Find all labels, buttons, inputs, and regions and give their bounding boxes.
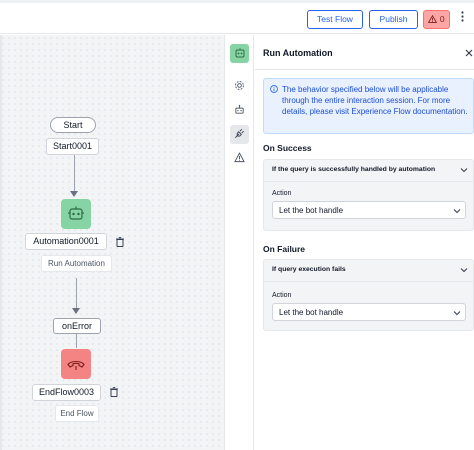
on-success-action-label: Action (272, 190, 292, 197)
properties-panel: Run Automation The behavior specified be… (255, 35, 474, 450)
info-banner: The behavior specified below will be app… (263, 78, 474, 134)
publish-button[interactable]: Publish (369, 10, 418, 29)
warnings-button[interactable]: 0 (423, 10, 450, 29)
automation-node-type: Run Automation (41, 255, 112, 272)
more-options-icon[interactable] (455, 10, 469, 29)
automation-icon[interactable] (230, 44, 249, 63)
on-error-label[interactable]: onError (53, 318, 101, 334)
delete-end-flow-icon[interactable] (108, 386, 120, 398)
panel-divider (255, 69, 474, 70)
warning-triangle-icon (428, 14, 438, 23)
connector-line (76, 278, 77, 310)
on-failure-accordion-header[interactable]: If query execution fails (264, 260, 474, 281)
accordion-divider (264, 281, 474, 282)
connector-arrow (70, 191, 78, 197)
connector-line (74, 155, 75, 193)
info-text: The behavior specified below will be app… (282, 85, 468, 116)
end-flow-node-type: End Flow (55, 405, 99, 422)
automation-node-icon[interactable] (61, 199, 91, 229)
warning-count: 0 (439, 14, 445, 24)
canvas-edge (0, 35, 2, 450)
end-flow-node-icon[interactable] (61, 349, 91, 379)
side-icon-rail (224, 35, 254, 450)
on-success-accordion: If the query is successfully handled by … (263, 159, 474, 231)
automation-node-label[interactable]: Automation0001 (25, 233, 107, 250)
start-pill[interactable]: Start (50, 117, 96, 133)
plug-connection-icon[interactable] (230, 125, 249, 144)
info-icon (270, 85, 278, 93)
on-failure-condition: If query execution fails (272, 266, 346, 273)
close-icon[interactable] (465, 46, 473, 60)
on-failure-accordion: If query execution fails Action Let the … (263, 259, 474, 331)
delete-automation-icon[interactable] (114, 236, 126, 248)
top-toolbar: Test Flow Publish 0 (0, 0, 474, 34)
connector-line (76, 334, 77, 348)
test-flow-button[interactable]: Test Flow (307, 10, 363, 29)
accordion-divider (264, 181, 474, 182)
on-success-action-select[interactable]: Let the bot handle (272, 201, 466, 219)
end-flow-node-label[interactable]: EndFlow0003 (32, 384, 101, 401)
start-node-label[interactable]: Start0001 (46, 138, 99, 155)
on-success-action-value: Let the bot handle (279, 206, 344, 215)
chevron-down-icon (453, 209, 461, 214)
top-border (0, 0, 474, 3)
on-failure-title: On Failure (263, 244, 306, 254)
panel-title: Run Automation (263, 48, 333, 58)
on-success-condition: If the query is successfully handled by … (272, 166, 436, 173)
chevron-down-icon (453, 311, 461, 316)
connector-arrow (72, 308, 80, 314)
settings-gear-icon[interactable] (230, 77, 249, 96)
on-success-accordion-header[interactable]: If the query is successfully handled by … (264, 160, 474, 181)
chevron-down-icon[interactable] (460, 267, 468, 273)
on-failure-action-select[interactable]: Let the bot handle (272, 303, 466, 321)
chevron-down-icon[interactable] (460, 167, 468, 173)
bot-icon[interactable] (230, 101, 249, 120)
warning-triangle-icon[interactable] (230, 149, 249, 168)
on-failure-action-label: Action (272, 292, 292, 299)
on-success-title: On Success (263, 143, 312, 153)
on-failure-action-value: Let the bot handle (279, 308, 344, 317)
